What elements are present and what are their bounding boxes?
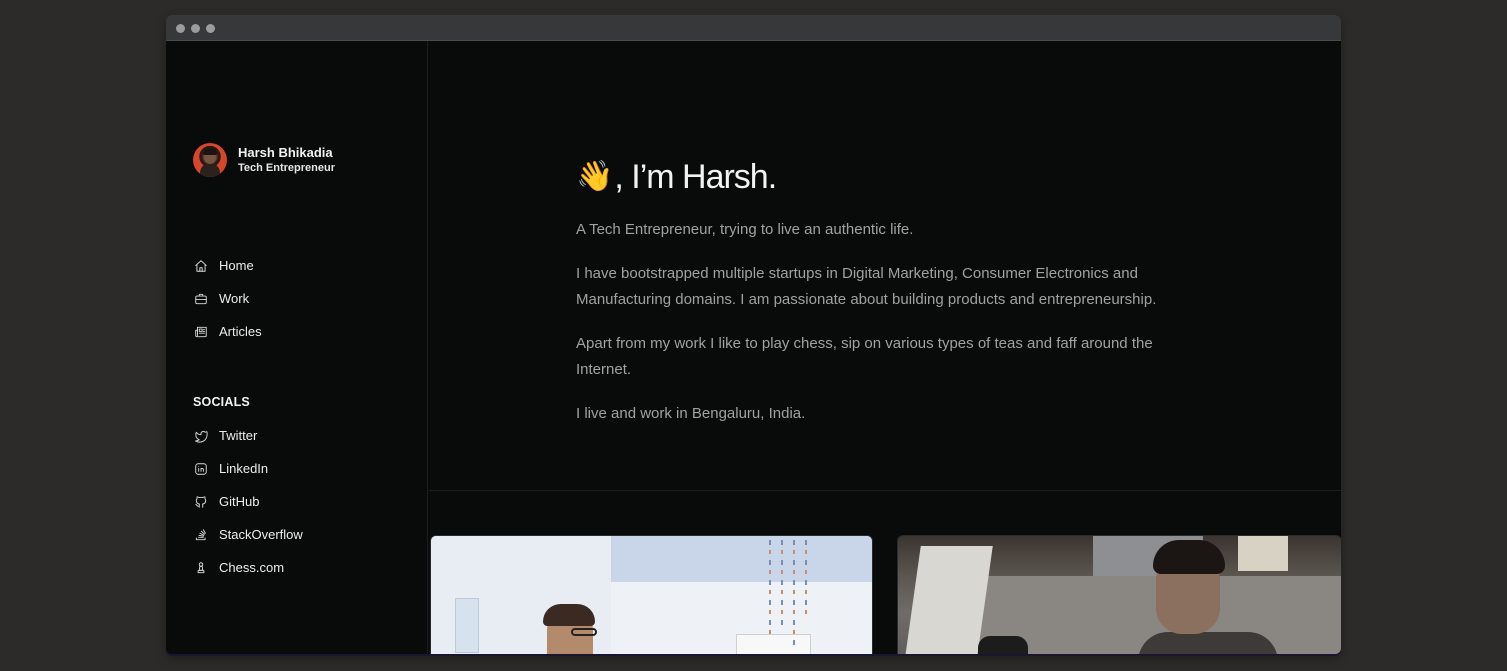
window-maximize-button[interactable] <box>206 24 215 33</box>
nav-label: Articles <box>219 324 262 339</box>
nav-label: Work <box>219 291 250 306</box>
social-label: Chess.com <box>219 560 285 575</box>
social-label: StackOverflow <box>219 527 303 542</box>
profile-name: Harsh Bhikadia <box>238 144 333 160</box>
social-link-stackoverflow[interactable]: StackOverflow <box>193 518 303 551</box>
nav-item-articles[interactable]: Articles <box>193 315 262 348</box>
profile-card[interactable]: Harsh Bhikadia Tech Entrepreneur <box>193 143 335 177</box>
profile-role: Tech Entrepreneur <box>238 161 335 174</box>
home-icon <box>193 258 208 273</box>
social-link-twitter[interactable]: Twitter <box>193 419 303 452</box>
nav-item-home[interactable]: Home <box>193 249 262 282</box>
social-label: LinkedIn <box>219 461 269 476</box>
gallery-photo[interactable] <box>897 535 1341 654</box>
intro-paragraph: A Tech Entrepreneur, trying to live an a… <box>576 221 914 238</box>
hobbies-paragraph: Apart from my work I like to play chess,… <box>576 335 1153 378</box>
github-icon <box>193 494 208 509</box>
gallery-photo[interactable] <box>430 535 873 654</box>
page-content: Harsh Bhikadia Tech Entrepreneur Home Wo… <box>166 41 1341 654</box>
socials-list: Twitter LinkedIn GitHub StackOverflow Ch… <box>193 419 303 584</box>
window-minimize-button[interactable] <box>191 24 200 33</box>
waving-hand-icon: 👋 <box>576 160 613 193</box>
twitter-icon <box>193 428 208 443</box>
social-label: GitHub <box>219 494 260 509</box>
intro-section: 👋 , I’m Harsh. A Tech Entrepreneur, tryi… <box>429 41 1341 491</box>
bio-paragraph: I have bootstrapped multiple startups in… <box>576 265 1157 308</box>
sidebar: Harsh Bhikadia Tech Entrepreneur Home Wo… <box>166 41 428 654</box>
linkedin-icon <box>193 461 208 476</box>
photo-gallery <box>429 535 1341 654</box>
social-link-chess[interactable]: Chess.com <box>193 551 303 584</box>
page-title: 👋 , I’m Harsh. <box>576 153 1176 201</box>
newspaper-icon <box>193 324 208 339</box>
location-paragraph: I live and work in Bengaluru, India. <box>576 405 806 422</box>
stackoverflow-icon <box>193 527 208 542</box>
social-link-linkedin[interactable]: LinkedIn <box>193 452 303 485</box>
chess-pawn-icon <box>193 560 208 575</box>
social-link-github[interactable]: GitHub <box>193 485 303 518</box>
main-content: 👋 , I’m Harsh. A Tech Entrepreneur, tryi… <box>429 41 1341 654</box>
socials-heading: SOCIALS <box>193 395 250 409</box>
headline-text: , I’m Harsh. <box>614 158 777 196</box>
social-label: Twitter <box>219 428 258 443</box>
window-titlebar <box>166 15 1341 41</box>
briefcase-icon <box>193 291 208 306</box>
nav-label: Home <box>219 258 254 273</box>
avatar <box>193 143 227 177</box>
main-nav: Home Work Articles <box>193 249 262 348</box>
window-close-button[interactable] <box>176 24 185 33</box>
nav-item-work[interactable]: Work <box>193 282 262 315</box>
browser-window: Harsh Bhikadia Tech Entrepreneur Home Wo… <box>166 15 1341 654</box>
